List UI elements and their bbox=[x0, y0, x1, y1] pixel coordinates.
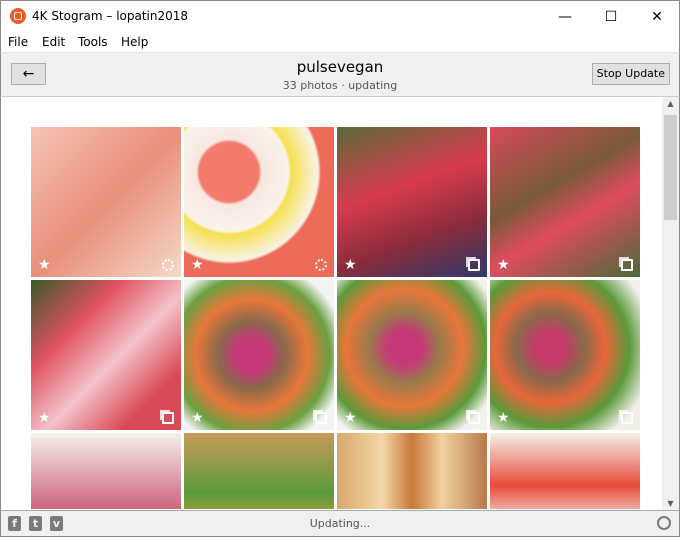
menu-bar: File Edit Tools Help bbox=[0, 32, 680, 52]
minimize-button[interactable]: — bbox=[542, 1, 588, 32]
photo-tile[interactable] bbox=[337, 433, 487, 509]
status-text: Updating... bbox=[309, 517, 371, 530]
scrollbar-thumb[interactable] bbox=[664, 115, 677, 220]
window-title: 4K Stogram – lopatin2018 bbox=[32, 9, 189, 23]
close-button[interactable]: ✕ bbox=[634, 1, 680, 32]
status-bar: f t v Updating... bbox=[0, 510, 680, 537]
title-bar: 4K Stogram – lopatin2018 — ☐ ✕ bbox=[0, 0, 680, 32]
account-name: pulsevegan bbox=[296, 58, 384, 76]
star-icon[interactable]: ★ bbox=[344, 257, 357, 273]
star-icon[interactable]: ★ bbox=[38, 257, 51, 273]
carousel-icon bbox=[621, 412, 633, 424]
star-icon[interactable]: ★ bbox=[38, 410, 51, 426]
carousel-icon bbox=[621, 259, 633, 271]
menu-file[interactable]: File bbox=[8, 35, 28, 49]
maximize-button[interactable]: ☐ bbox=[588, 1, 634, 32]
photo-tile[interactable] bbox=[31, 433, 181, 509]
stop-update-button[interactable]: Stop Update bbox=[591, 63, 670, 85]
scrollbar[interactable]: ▲ ▼ bbox=[662, 97, 679, 510]
photo-feed: ★ ★ ★ ★ ★ ★ ★ ★ ▲ ▼ bbox=[0, 97, 680, 510]
video-icon bbox=[162, 259, 174, 271]
menu-edit[interactable]: Edit bbox=[42, 35, 65, 49]
carousel-icon bbox=[468, 259, 480, 271]
photo-tile[interactable] bbox=[184, 433, 334, 509]
photo-tile[interactable]: ★ bbox=[337, 127, 487, 277]
scroll-up-icon[interactable]: ▲ bbox=[662, 99, 679, 108]
star-icon[interactable]: ★ bbox=[191, 257, 204, 273]
header: ← pulsevegan 33 photos · updating Stop U… bbox=[0, 52, 680, 97]
menu-tools[interactable]: Tools bbox=[78, 35, 108, 49]
video-icon bbox=[315, 259, 327, 271]
app-logo-icon bbox=[10, 8, 26, 24]
globe-icon[interactable] bbox=[657, 516, 671, 530]
star-icon[interactable]: ★ bbox=[191, 410, 204, 426]
photo-tile[interactable]: ★ bbox=[490, 127, 640, 277]
photo-tile[interactable]: ★ bbox=[337, 280, 487, 430]
star-icon[interactable]: ★ bbox=[344, 410, 357, 426]
scroll-down-icon[interactable]: ▼ bbox=[662, 499, 679, 508]
carousel-icon bbox=[315, 412, 327, 424]
photo-tile[interactable]: ★ bbox=[184, 280, 334, 430]
carousel-icon bbox=[162, 412, 174, 424]
photo-tile[interactable]: ★ bbox=[31, 280, 181, 430]
photo-tile[interactable]: ★ bbox=[184, 127, 334, 277]
photo-tile[interactable] bbox=[490, 433, 640, 509]
star-icon[interactable]: ★ bbox=[497, 410, 510, 426]
star-icon[interactable]: ★ bbox=[497, 257, 510, 273]
menu-help[interactable]: Help bbox=[121, 35, 148, 49]
carousel-icon bbox=[468, 412, 480, 424]
photo-grid: ★ ★ ★ ★ ★ ★ ★ ★ bbox=[31, 127, 640, 509]
photo-count-status: 33 photos · updating bbox=[282, 79, 398, 92]
photo-tile[interactable]: ★ bbox=[490, 280, 640, 430]
photo-tile[interactable]: ★ bbox=[31, 127, 181, 277]
